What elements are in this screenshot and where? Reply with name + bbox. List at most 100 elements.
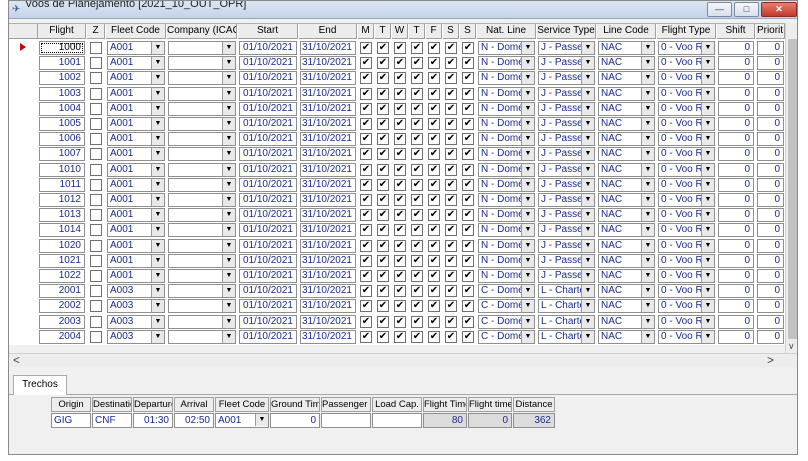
row-indicator[interactable]: [9, 131, 38, 146]
line-dropdown[interactable]: NAC ▼: [598, 117, 655, 131]
checkbox-S2[interactable]: ✔: [462, 178, 474, 191]
column-header-line[interactable]: Line Code: [597, 24, 656, 39]
flight-cell[interactable]: 1010: [39, 162, 85, 177]
chevron-down-icon[interactable]: ▼: [641, 118, 654, 130]
line-dropdown[interactable]: NAC ▼: [598, 132, 655, 147]
column-header-ftype[interactable]: Flight Type: [657, 24, 716, 39]
shift-cell[interactable]: 0: [718, 117, 754, 131]
chevron-down-icon[interactable]: ▼: [581, 102, 594, 115]
nat-dropdown[interactable]: N - Domé ▼: [478, 162, 535, 177]
checkbox-T2[interactable]: ✔: [411, 254, 423, 267]
row-indicator[interactable]: [9, 268, 38, 283]
checkbox-W[interactable]: ✔: [394, 133, 406, 146]
checkbox-S1[interactable]: ✔: [445, 178, 457, 191]
line-dropdown[interactable]: NAC ▼: [598, 269, 655, 283]
scroll-left-icon[interactable]: <: [13, 353, 20, 367]
checkbox-W[interactable]: ✔: [394, 254, 406, 267]
chevron-down-icon[interactable]: ▼: [222, 239, 235, 252]
chevron-down-icon[interactable]: ▼: [222, 42, 235, 54]
checkbox-T1[interactable]: ✔: [377, 57, 389, 70]
line-dropdown[interactable]: NAC ▼: [598, 314, 655, 329]
checkbox-T2[interactable]: ✔: [411, 239, 423, 252]
flight-cell[interactable]: 1001: [39, 56, 85, 71]
shift-cell[interactable]: 0: [718, 41, 754, 55]
service-dropdown[interactable]: J - Passen ▼: [538, 101, 595, 116]
service-dropdown[interactable]: L - Charte ▼: [538, 299, 595, 314]
service-dropdown[interactable]: J - Passen ▼: [538, 238, 595, 253]
chevron-down-icon[interactable]: ▼: [151, 285, 164, 298]
checkbox-z[interactable]: [90, 42, 102, 54]
chevron-down-icon[interactable]: ▼: [521, 102, 534, 115]
chevron-down-icon[interactable]: ▼: [151, 330, 164, 343]
table-row[interactable]: 1006 A001 ▼ ▼ 01/10/2021 31/10/2021 ✔ ✔ ✔ ✔ ✔ ✔ ✔ N -…: [9, 131, 785, 147]
checkbox-W[interactable]: ✔: [394, 148, 406, 161]
flight-cell[interactable]: 1006: [39, 132, 85, 147]
chevron-down-icon[interactable]: ▼: [222, 209, 235, 222]
end-cell[interactable]: 31/10/2021: [300, 86, 356, 101]
column-header-service[interactable]: Service Type: [537, 24, 596, 39]
checkbox-z[interactable]: [90, 285, 102, 298]
end-cell[interactable]: 31/10/2021: [300, 253, 356, 268]
chevron-down-icon[interactable]: ▼: [151, 163, 164, 176]
checkbox-W[interactable]: ✔: [394, 72, 406, 85]
checkbox-F[interactable]: ✔: [428, 285, 440, 298]
checkbox-T2[interactable]: ✔: [411, 285, 423, 298]
priority-cell[interactable]: 0: [757, 147, 784, 162]
fleet-dropdown[interactable]: A001 ▼: [107, 269, 165, 283]
checkbox-S2[interactable]: ✔: [462, 285, 474, 298]
end-cell[interactable]: 31/10/2021: [300, 71, 356, 86]
checkbox-M[interactable]: ✔: [360, 209, 372, 222]
nat-dropdown[interactable]: N - Domé ▼: [478, 238, 535, 253]
checkbox-S2[interactable]: ✔: [462, 254, 474, 267]
checkbox-z[interactable]: [90, 87, 102, 100]
service-dropdown[interactable]: J - Passen ▼: [538, 253, 595, 268]
chevron-down-icon[interactable]: ▼: [222, 224, 235, 237]
chevron-down-icon[interactable]: ▼: [581, 178, 594, 191]
shift-cell[interactable]: 0: [718, 299, 754, 314]
start-cell[interactable]: 01/10/2021: [239, 41, 297, 55]
chevron-down-icon[interactable]: ▼: [521, 57, 534, 70]
checkbox-z[interactable]: [90, 330, 102, 343]
checkbox-F[interactable]: ✔: [428, 148, 440, 161]
checkbox-z[interactable]: [90, 102, 102, 115]
legs-ground_time-field[interactable]: 0: [270, 413, 320, 428]
priority-cell[interactable]: 0: [757, 284, 784, 299]
checkbox-M[interactable]: ✔: [360, 315, 372, 328]
chevron-down-icon[interactable]: ▼: [581, 224, 594, 237]
checkbox-S1[interactable]: ✔: [445, 209, 457, 222]
company-dropdown[interactable]: ▼: [168, 193, 236, 207]
ftype-dropdown[interactable]: 0 - Voo R ▼: [658, 253, 715, 268]
chevron-down-icon[interactable]: ▼: [151, 118, 164, 130]
line-dropdown[interactable]: NAC ▼: [598, 147, 655, 162]
end-cell[interactable]: 31/10/2021: [300, 223, 356, 238]
checkbox-S2[interactable]: ✔: [462, 72, 474, 85]
checkbox-M[interactable]: ✔: [360, 330, 372, 343]
checkbox-T2[interactable]: ✔: [411, 224, 423, 237]
ftype-dropdown[interactable]: 0 - Voo R ▼: [658, 117, 715, 131]
legs-fleet-dropdown[interactable]: A001 ▼: [215, 413, 269, 428]
checkbox-S1[interactable]: ✔: [445, 194, 457, 206]
flight-cell[interactable]: 1020: [39, 238, 85, 253]
fleet-dropdown[interactable]: A003 ▼: [107, 299, 165, 314]
column-header-shift[interactable]: Shift: [717, 24, 755, 39]
checkbox-S2[interactable]: ✔: [462, 239, 474, 252]
nat-dropdown[interactable]: N - Domé ▼: [478, 101, 535, 116]
fleet-dropdown[interactable]: A001 ▼: [107, 71, 165, 86]
table-row[interactable]: 1013 A001 ▼ ▼ 01/10/2021 31/10/2021 ✔ ✔ ✔ ✔ ✔ ✔ ✔ N -…: [9, 207, 785, 223]
checkbox-S2[interactable]: ✔: [462, 209, 474, 222]
priority-cell[interactable]: 0: [757, 223, 784, 238]
checkbox-F[interactable]: ✔: [428, 57, 440, 70]
checkbox-T1[interactable]: ✔: [377, 133, 389, 146]
shift-cell[interactable]: 0: [718, 329, 754, 344]
chevron-down-icon[interactable]: ▼: [581, 330, 594, 343]
checkbox-z[interactable]: [90, 239, 102, 252]
nat-dropdown[interactable]: N - Domé ▼: [478, 71, 535, 86]
nat-dropdown[interactable]: N - Domé ▼: [478, 193, 535, 207]
checkbox-M[interactable]: ✔: [360, 57, 372, 70]
table-row[interactable]: 1007 A001 ▼ ▼ 01/10/2021 31/10/2021 ✔ ✔ ✔ ✔ ✔ ✔ ✔ N -…: [9, 146, 785, 162]
chevron-down-icon[interactable]: ▼: [581, 254, 594, 267]
chevron-down-icon[interactable]: ▼: [151, 133, 164, 146]
fleet-dropdown[interactable]: A003 ▼: [107, 329, 165, 344]
priority-cell[interactable]: 0: [757, 71, 784, 86]
checkbox-F[interactable]: ✔: [428, 42, 440, 54]
